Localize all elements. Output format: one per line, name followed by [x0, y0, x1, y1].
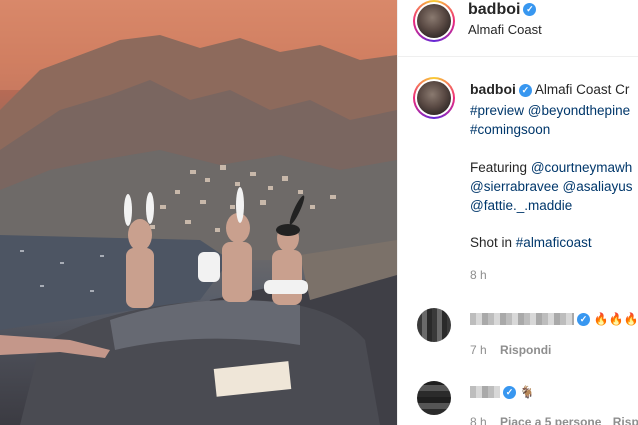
- caption-line-2: #preview @beyondthepine: [470, 103, 630, 118]
- post-header: badboi ✓ Almafi Coast: [398, 0, 638, 57]
- caption-username[interactable]: badboi: [470, 81, 516, 97]
- caption-area: badboi ✓ Almafi Coast Cr #preview @beyond…: [398, 57, 638, 425]
- caption-avatar-icon[interactable]: [413, 77, 455, 119]
- mention-courtneymawh[interactable]: @courtneymawh: [531, 160, 633, 175]
- comment-1: ✓ 🔥🔥🔥: [470, 311, 638, 326]
- post-side-panel: badboi ✓ Almafi Coast badboi ✓ Almafi Coas…: [397, 0, 638, 425]
- header-username[interactable]: badboi: [468, 1, 520, 18]
- comment-2-text: 🐐: [519, 385, 535, 399]
- comment-1-meta: 7 h Rispondi: [470, 343, 551, 357]
- comment-1-text: 🔥🔥🔥: [593, 312, 638, 326]
- hashtag-almaficoast[interactable]: #almaficoast: [516, 235, 592, 250]
- mention-fattie-maddie[interactable]: @fattie._.maddie: [470, 198, 572, 213]
- hashtag-preview[interactable]: #preview: [470, 103, 524, 118]
- mention-sierrabravee[interactable]: @sierrabravee: [470, 179, 559, 194]
- comment-1-reply-button[interactable]: Rispondi: [500, 343, 551, 357]
- verified-badge-icon: ✓: [503, 385, 516, 399]
- caption-line-3: #comingsoon: [470, 122, 550, 137]
- comment-avatar-icon[interactable]: [417, 308, 451, 342]
- amalfi-coast-illustration: [0, 0, 397, 425]
- comment-username-blurred[interactable]: [470, 313, 574, 326]
- comment-2-meta: 8 h Piace a 5 persone Risp: [470, 415, 638, 425]
- caption-line-4: Featuring @courtneymawh: [470, 160, 632, 175]
- verified-badge-icon: ✓: [518, 83, 532, 97]
- verified-badge-icon: ✓: [523, 3, 537, 17]
- featuring-label: Featuring: [470, 160, 528, 175]
- caption-line-1: badboi ✓ Almafi Coast Cr: [470, 81, 629, 97]
- caption-line-5: @sierrabravee @asaliayus: [470, 179, 633, 194]
- profile-avatar-icon[interactable]: [413, 0, 455, 42]
- comment-1-time[interactable]: 7 h: [470, 343, 487, 357]
- comment-2-time[interactable]: 8 h: [470, 415, 487, 425]
- caption-line-6: @fattie._.maddie: [470, 198, 572, 213]
- comment-2: ✓ 🐐: [470, 384, 535, 399]
- comment-2-likes[interactable]: Piace a 5 persone: [500, 415, 601, 425]
- comment-avatar-icon[interactable]: [417, 381, 451, 415]
- mention-asaliayus[interactable]: @asaliayus: [563, 179, 633, 194]
- post-photo[interactable]: [0, 0, 397, 425]
- shot-in-label: Shot in: [470, 235, 513, 250]
- caption-timestamp[interactable]: 8 h: [470, 268, 487, 282]
- verified-badge-icon: ✓: [577, 312, 590, 326]
- comment-2-reply-button[interactable]: Risp: [613, 415, 638, 425]
- hashtag-comingsoon[interactable]: #comingsoon: [470, 122, 550, 137]
- caption-text: Almafi Coast Cr: [534, 82, 630, 97]
- comment-username-blurred[interactable]: [470, 386, 500, 399]
- header-location[interactable]: Almafi Coast: [468, 22, 542, 37]
- mention-beyondthepine[interactable]: @beyondthepine: [528, 103, 630, 118]
- caption-line-7: Shot in #almaficoast: [470, 235, 592, 250]
